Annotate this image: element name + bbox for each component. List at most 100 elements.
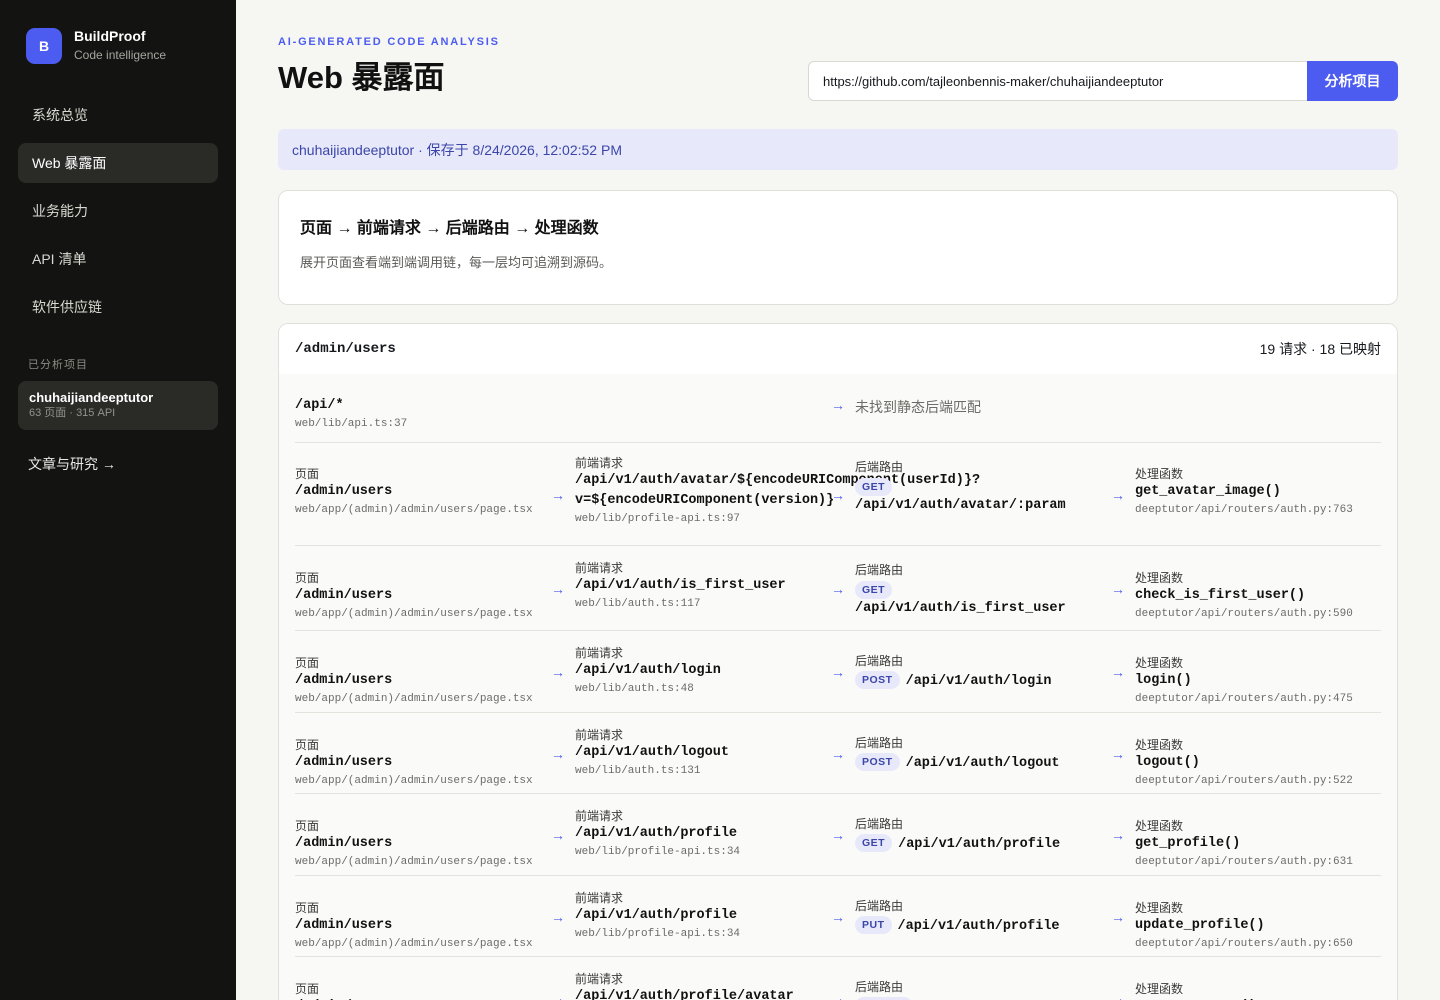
page-source[interactable]: web/app/(admin)/admin/users/page.tsx: [295, 691, 545, 707]
brand[interactable]: B BuildProof Code intelligence: [26, 27, 166, 65]
request-col-label: 前端请求: [575, 728, 624, 742]
request-col-label: 前端请求: [575, 456, 624, 470]
arrow-right-icon: →: [551, 990, 565, 1000]
route-path: /api/v1/auth/profile: [898, 837, 1061, 853]
analyze-button[interactable]: 分析项目: [1307, 61, 1398, 101]
handler-source[interactable]: deeptutor/api/routers/auth.py:475: [1135, 691, 1385, 707]
route-col-label: 后端路由: [855, 899, 904, 913]
page-col-label: 页面: [295, 571, 320, 585]
request-source[interactable]: web/lib/profile-api.ts:34: [575, 844, 865, 860]
request-source[interactable]: web/lib/profile-api.ts:34: [575, 926, 865, 942]
handler-col-label: 处理函数: [1135, 901, 1184, 915]
chain-row[interactable]: 页面/admin/usersweb/app/(admin)/admin/user…: [295, 794, 1381, 876]
arrow-right-icon: →: [831, 909, 845, 925]
page-source[interactable]: web/app/(admin)/admin/users/page.tsx: [295, 854, 545, 870]
articles-link[interactable]: 文章与研究 →: [28, 454, 116, 474]
page-source[interactable]: web/app/(admin)/admin/users/page.tsx: [295, 606, 545, 622]
sidebar-nav: 系统总览 Web 暴露面 业务能力 API 清单 软件供应链: [18, 95, 218, 335]
page-title: Web 暴露面: [278, 60, 445, 95]
repo-url-input[interactable]: [808, 61, 1307, 101]
route-path: /api/v1/auth/login: [905, 674, 1052, 690]
route-col-label: 后端路由: [855, 563, 904, 577]
chain-row[interactable]: 页面/admin/users web/app/(admin)/admin/user…: [295, 631, 1381, 713]
sidebar-item-capabilities[interactable]: 业务能力: [18, 191, 218, 231]
page-path: /admin/users: [295, 484, 393, 499]
page-path: /admin/users: [295, 836, 393, 851]
http-method-badge: GET: [855, 581, 893, 599]
request-count: 19 请求 · 18 已映射: [1259, 341, 1381, 357]
sidebar-item-web-exposure[interactable]: Web 暴露面: [18, 143, 218, 183]
page-routes-card: /admin/users 19 请求 · 18 已映射 /api/* web/l…: [278, 323, 1398, 1000]
request-source[interactable]: web/lib/profile-api.ts:97: [575, 511, 865, 527]
page-source[interactable]: web/app/(admin)/admin/users/page.tsx: [295, 936, 545, 952]
route-col-label: 后端路由: [855, 736, 904, 750]
sidebar-item-api-list[interactable]: API 清单: [18, 239, 218, 279]
request-col-label: 前端请求: [575, 891, 624, 905]
handler-source[interactable]: deeptutor/api/routers/auth.py:631: [1135, 854, 1385, 870]
request-source[interactable]: web/lib/auth.ts:117: [575, 596, 865, 612]
chain-row[interactable]: 页面/admin/users web/app/(admin)/admin/user…: [295, 713, 1381, 794]
chain-row[interactable]: 页面/admin/usersweb/app/(admin)/admin/user…: [295, 957, 1381, 1000]
chain-row[interactable]: 页面/admin/users web/app/(admin)/admin/user…: [295, 546, 1381, 631]
route-col-label: 后端路由: [855, 817, 904, 831]
page-source[interactable]: web/app/(admin)/admin/users/page.tsx: [295, 773, 545, 789]
page-col-label: 页面: [295, 738, 320, 752]
request-col-label: 前端请求: [575, 646, 624, 660]
analyzed-projects-label: 已分析项目: [28, 359, 88, 371]
handler-name: logout(): [1135, 755, 1200, 770]
sidebar-item-supply-chain[interactable]: 软件供应链: [18, 287, 218, 327]
page-col-label: 页面: [295, 656, 320, 670]
arrow-right-icon: →: [831, 487, 845, 503]
request-path: /api/v1/auth/avatar/${encodeURIComponent…: [575, 473, 981, 488]
route-col-label: 后端路由: [855, 654, 904, 668]
arrow-right-icon: →: [831, 664, 845, 680]
page-source[interactable]: web/app/(admin)/admin/users/page.tsx: [295, 502, 545, 518]
page-routes-header[interactable]: /admin/users 19 请求 · 18 已映射: [279, 324, 1397, 374]
handler-source[interactable]: deeptutor/api/routers/auth.py:763: [1135, 502, 1385, 518]
handler-name: check_is_first_user(): [1135, 588, 1306, 603]
arrow-right-icon: →: [551, 581, 565, 597]
request-path: /api/*: [295, 398, 344, 413]
arrow-right-icon: →: [831, 746, 845, 762]
handler-source[interactable]: deeptutor/api/routers/auth.py:650: [1135, 936, 1385, 952]
route-path: /api/v1/auth/profile: [897, 919, 1060, 935]
page-col-label: 页面: [295, 982, 320, 996]
arrow-right-icon: →: [1111, 909, 1125, 925]
intro-card: 页面 → 前端请求 → 后端路由 → 处理函数 展开页面查看端到端调用链，每一层…: [278, 190, 1398, 305]
handler-col-label: 处理函数: [1135, 656, 1184, 670]
handler-col-label: 处理函数: [1135, 571, 1184, 585]
handler-source[interactable]: deeptutor/api/routers/auth.py:590: [1135, 606, 1385, 622]
handler-name: get_avatar_image(): [1135, 484, 1281, 499]
request-path: /api/v1/auth/logout: [575, 745, 729, 760]
project-meta: 63 页面 · 315 API: [29, 407, 116, 419]
page-path: /admin/users: [295, 588, 393, 603]
unmatched-message: 未找到静态后端匹配: [855, 399, 981, 415]
request-source[interactable]: web/lib/api.ts:37: [295, 416, 545, 432]
brand-logo: B: [26, 28, 62, 64]
arrow-right-icon: →: [1111, 581, 1125, 597]
arrow-right-icon: →: [551, 746, 565, 762]
handler-source[interactable]: deeptutor/api/routers/auth.py:522: [1135, 773, 1385, 789]
request-source[interactable]: web/lib/auth.ts:131: [575, 763, 865, 779]
page-path: /admin/users: [295, 755, 393, 770]
sidebar-item-overview[interactable]: 系统总览: [18, 95, 218, 135]
handler-name: login(): [1135, 673, 1192, 688]
arrow-right-icon: →: [551, 487, 565, 503]
chain-row[interactable]: 页面/admin/usersweb/app/(admin)/admin/user…: [295, 443, 1381, 546]
arrow-right-icon: →: [831, 397, 845, 413]
handler-col-label: 处理函数: [1135, 819, 1184, 833]
request-path: /api/v1/auth/login: [575, 663, 721, 678]
request-path: /api/v1/auth/is_first_user: [575, 578, 786, 593]
route-path: /api/v1/auth/avatar/:param: [855, 498, 1066, 514]
brand-subtitle: Code intelligence: [74, 48, 167, 62]
http-method-badge: PUT: [855, 916, 892, 934]
chain-row[interactable]: 页面/admin/usersweb/app/(admin)/admin/user…: [295, 876, 1381, 957]
arrow-right-icon: →: [1111, 990, 1125, 1000]
request-path-cont: v=${encodeURIComponent(version)}: [575, 493, 835, 508]
request-path: /api/v1/auth/profile: [575, 826, 738, 841]
page-col-label: 页面: [295, 901, 320, 915]
handler-name: update_profile(): [1135, 918, 1265, 933]
page-path: /admin/users: [295, 673, 393, 688]
project-card[interactable]: chuhaijiandeeptutor 63 页面 · 315 API: [18, 381, 218, 430]
request-source[interactable]: web/lib/auth.ts:48: [575, 681, 865, 697]
